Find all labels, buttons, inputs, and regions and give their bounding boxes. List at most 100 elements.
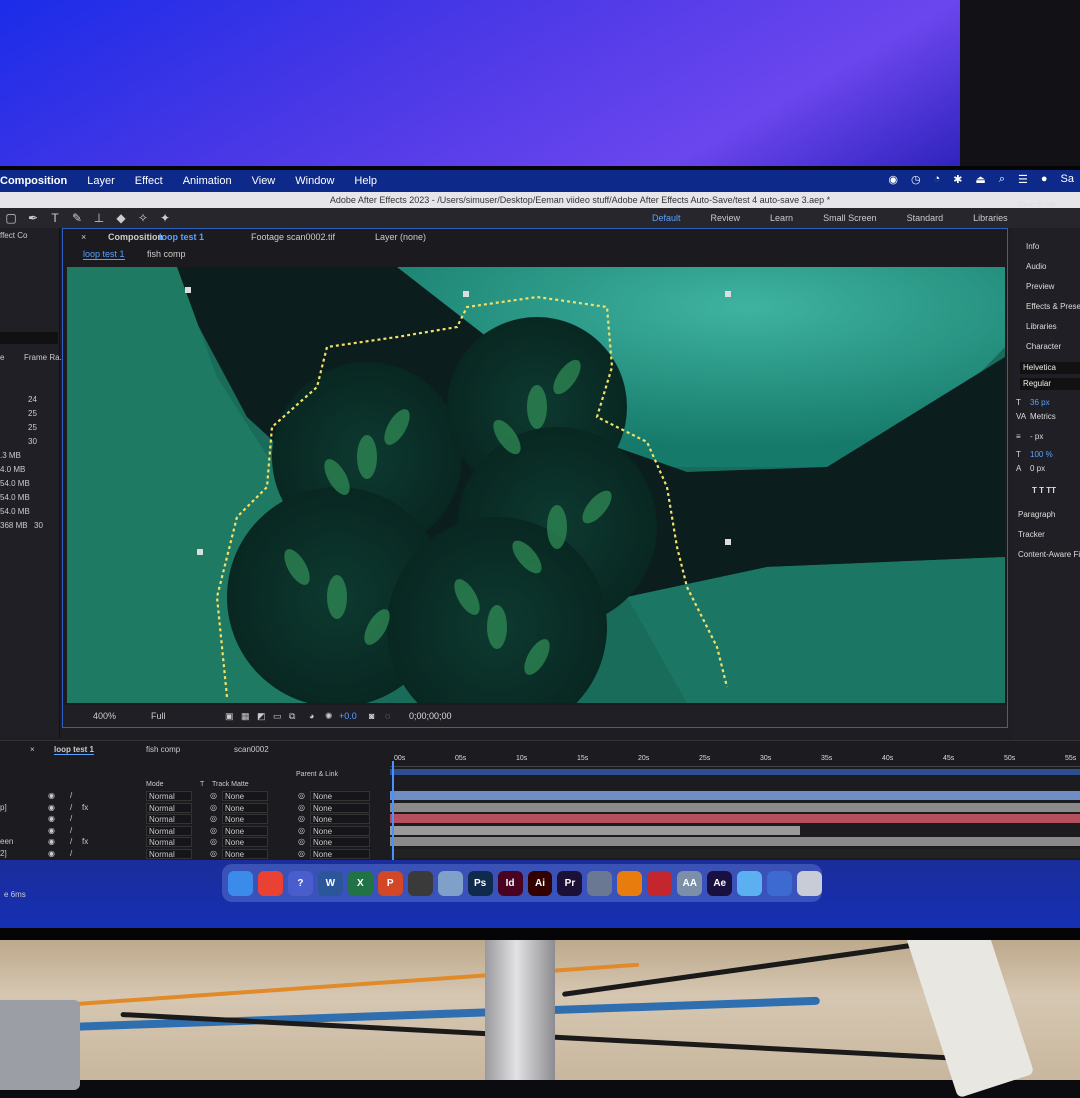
creative-cloud-icon[interactable]: ◉	[888, 173, 898, 186]
track-matte-dropdown[interactable]: None	[222, 825, 268, 836]
tab-composition-label[interactable]: Composition	[108, 232, 163, 242]
matte-pickwhip-icon[interactable]: ◎	[210, 837, 217, 846]
breadcrumb-fish-comp[interactable]: fish comp	[147, 249, 186, 259]
workspace-review[interactable]: Review	[711, 213, 741, 223]
powerpoint-icon[interactable]: P	[377, 870, 403, 896]
show-snapshot-icon[interactable]: ◌	[385, 711, 390, 721]
eye-icon[interactable]: ◉	[48, 849, 55, 858]
table-row[interactable]: ◉ / Normal ◎ None ◎ None	[0, 791, 390, 802]
mode-dropdown[interactable]: Normal	[146, 837, 192, 847]
timeline-tab-scan[interactable]: scan0002	[234, 745, 269, 754]
brush-tool-icon[interactable]: ✎	[66, 211, 88, 225]
pen-icon[interactable]: /	[70, 826, 72, 835]
sketchup-icon[interactable]	[647, 870, 673, 896]
parent-pickwhip-icon[interactable]: ◎	[298, 814, 305, 823]
parent-dropdown[interactable]: None	[310, 814, 370, 824]
track-matte-dropdown[interactable]: None	[222, 837, 268, 847]
layer-name[interactable]: p]	[0, 803, 7, 812]
footage-tab[interactable]: Footage scan0002.tif	[251, 232, 335, 242]
clone-stamp-icon[interactable]: ⊥	[88, 211, 110, 225]
time-ruler[interactable]: 00s 05s 10s 15s 20s 25s 30s 35s 40s 45s 50s 55s	[390, 751, 1080, 767]
column-t[interactable]: T	[200, 781, 204, 788]
panel-libraries[interactable]: Libraries	[1026, 322, 1057, 331]
parent-dropdown[interactable]: None	[310, 848, 370, 859]
premiere-icon[interactable]: Pr	[557, 870, 583, 896]
search-help-field[interactable]: Search He	[1018, 200, 1056, 209]
workspace-small-screen[interactable]: Small Screen	[823, 213, 877, 223]
panel-audio[interactable]: Audio	[1026, 262, 1046, 271]
project-panel-label[interactable]: ffect Co	[0, 231, 27, 240]
layer-bar[interactable]	[390, 825, 800, 835]
panel-info[interactable]: Info	[1026, 242, 1039, 251]
mode-dropdown[interactable]: Normal	[146, 814, 192, 824]
search-icon[interactable]: ⌕	[999, 173, 1005, 186]
fx-switch[interactable]: fx	[82, 803, 88, 812]
grid-icon[interactable]: ▣	[225, 711, 234, 722]
indesign-icon[interactable]: Id	[497, 870, 523, 896]
table-row[interactable]: 2] ◉ / Normal ◎ None ◎ None	[0, 848, 390, 860]
eye-icon[interactable]: ◉	[48, 803, 55, 812]
parent-pickwhip-icon[interactable]: ◎	[298, 849, 305, 858]
parent-pickwhip-icon[interactable]: ◎	[298, 826, 305, 835]
workspace-learn[interactable]: Learn	[770, 213, 793, 223]
layer-bar[interactable]	[390, 837, 1080, 846]
font-family-dropdown[interactable]: Helvetica	[1020, 362, 1080, 374]
eject-icon[interactable]: ⏏	[975, 173, 985, 186]
panel-paragraph[interactable]: Paragraph	[1018, 510, 1055, 519]
menu-layer[interactable]: Layer	[77, 175, 125, 187]
layer-bar[interactable]	[390, 848, 1080, 858]
parent-dropdown[interactable]: None	[310, 837, 370, 847]
timeline-tab-loop-test[interactable]: loop test 1	[54, 745, 95, 755]
color-management-icon[interactable]: ◕	[309, 711, 314, 721]
font-size-value[interactable]: 36 px	[1030, 398, 1050, 407]
type-tool-icon[interactable]: T	[44, 211, 66, 225]
matte-pickwhip-icon[interactable]: ◎	[210, 791, 217, 800]
menubar-clock[interactable]: Sa	[1061, 173, 1074, 186]
illustrator-icon[interactable]: Ai	[527, 870, 553, 896]
trash-icon[interactable]	[797, 870, 823, 896]
eye-icon[interactable]: ◉	[48, 814, 55, 823]
track-matte-dropdown[interactable]: None	[222, 814, 268, 824]
workspace-default[interactable]: Default	[652, 213, 681, 223]
panel-preview[interactable]: Preview	[1026, 282, 1054, 291]
track-matte-dropdown[interactable]: None	[222, 802, 268, 813]
preview-icon[interactable]	[437, 870, 463, 896]
eye-icon[interactable]: ◉	[48, 837, 55, 846]
track-matte-dropdown[interactable]: None	[222, 848, 268, 859]
pen-icon[interactable]: /	[70, 814, 72, 823]
dragonframe-icon[interactable]	[587, 870, 613, 896]
pen-icon[interactable]: /	[70, 803, 72, 812]
menu-view[interactable]: View	[242, 175, 286, 187]
project-search-input[interactable]	[0, 332, 58, 344]
parent-dropdown[interactable]: None	[310, 791, 370, 801]
folder-icon[interactable]	[737, 870, 763, 896]
eye-icon[interactable]: ◉	[48, 826, 55, 835]
finder-icon[interactable]	[228, 870, 253, 896]
column-mode[interactable]: Mode	[146, 781, 164, 788]
font-book-icon[interactable]: AA	[677, 870, 703, 896]
control-center-icon[interactable]: ☰	[1018, 173, 1028, 186]
panel-character[interactable]: Character	[1026, 342, 1061, 351]
column-parent-link[interactable]: Parent & Link	[296, 771, 338, 778]
menu-effect[interactable]: Effect	[125, 175, 173, 187]
photoshop-icon[interactable]: Ps	[467, 870, 493, 896]
baseline-shift-value[interactable]: 0 px	[1030, 464, 1045, 473]
resolution-dropdown[interactable]: Full	[151, 711, 166, 721]
rectangle-tool-icon[interactable]: ▢	[0, 211, 22, 225]
screen-icon[interactable]	[767, 870, 793, 896]
breadcrumb-loop-test[interactable]: loop test 1	[83, 249, 125, 260]
kerning-value[interactable]: Metrics	[1030, 412, 1056, 421]
table-row[interactable]: ◉ / Normal ◎ None ◎ None	[0, 825, 390, 837]
after-effects-icon[interactable]: Ae	[707, 870, 733, 896]
layer-name[interactable]: 2]	[0, 849, 7, 858]
project-column-frame-rate[interactable]: Frame Ra...	[24, 353, 66, 362]
bluetooth-icon[interactable]: ✱	[953, 173, 962, 186]
fx-switch[interactable]: fx	[82, 837, 88, 846]
matte-pickwhip-icon[interactable]: ◎	[210, 826, 217, 835]
layer-bar[interactable]	[390, 791, 1080, 800]
leading-value[interactable]: - px	[1030, 432, 1043, 441]
timeline-tab-fish-comp[interactable]: fish comp	[146, 745, 180, 754]
mode-dropdown[interactable]: Normal	[146, 848, 192, 859]
playhead[interactable]	[392, 761, 394, 861]
region-of-interest-icon[interactable]: ▭	[273, 711, 282, 722]
